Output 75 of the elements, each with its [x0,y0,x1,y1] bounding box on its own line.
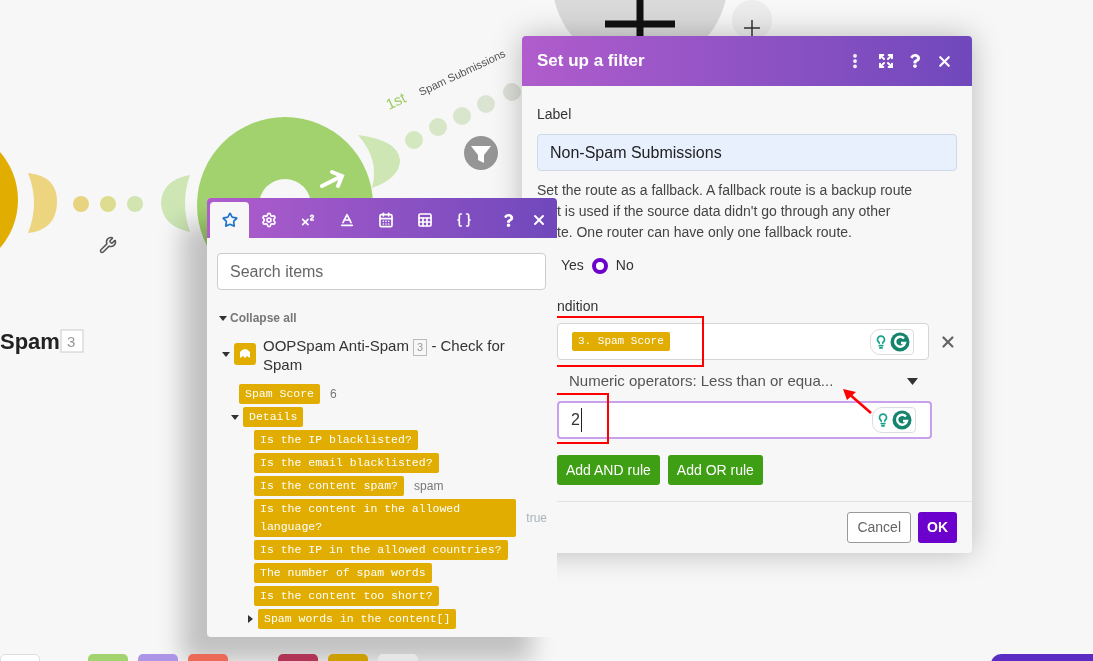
caret-icon[interactable] [231,413,239,421]
connector-dot [429,118,447,136]
module-badge [60,329,84,353]
data-item[interactable]: Details [243,407,304,427]
cancel-button[interactable]: Cancel [847,512,911,543]
data-item[interactable]: Is the content in the allowed language? [254,499,517,537]
help-icon[interactable] [502,213,515,227]
data-item[interactable]: Is the IP blacklisted? [254,430,418,450]
module-icon [234,343,256,365]
item-value: spam [414,478,444,495]
add-rule-button[interactable]: Add OR rule [667,455,763,485]
value-field[interactable]: 2 [557,401,932,439]
item-value: 6 [330,386,337,403]
radio-label[interactable]: Yes [561,255,584,276]
connector-dot [405,131,423,149]
connector-dot [100,196,116,212]
gear-icon [260,212,277,228]
data-item[interactable]: Spam Score [239,384,320,404]
letter-icon [338,212,355,228]
connector-crescent [28,173,57,233]
ok-button[interactable]: OK [918,512,957,543]
module-title: OOPSpam Anti-Spam 3 - Check for Spam [263,337,506,374]
connector-crescent [161,175,190,232]
assistant-icons[interactable] [870,328,915,355]
superscript-icon [299,212,316,228]
caret-icon[interactable] [222,350,230,358]
help-icon[interactable] [908,54,922,68]
data-item[interactable]: The number of spam words [254,563,432,583]
annotation-arrow [842,388,873,415]
connector-dot [453,107,471,125]
connector-dot [503,83,521,101]
data-item[interactable]: Is the IP in the allowed countries? [254,540,508,560]
operator-dropdown[interactable]: Numeric operators: Less than or equa... [557,368,932,394]
table-icon [416,212,433,228]
braces-icon [455,212,472,228]
data-item[interactable]: Is the email blacklisted? [254,453,439,473]
caret-icon[interactable] [219,314,227,322]
field-label: Label [537,105,573,124]
condition-field[interactable]: 3. Spam Score [557,323,930,360]
filter-button[interactable] [464,136,498,170]
expand-icon[interactable] [878,53,894,69]
fallback-description: t is used if the source data didn't go through any other [557,202,891,221]
connector-crescent [358,135,400,188]
caret-icon[interactable] [246,615,254,623]
add-rule-button[interactable]: Add AND rule [557,455,660,485]
wrench-icon[interactable] [99,236,117,254]
panel-tab[interactable] [210,202,249,238]
radio-label[interactable]: No [615,255,634,276]
dialog-title: Set up a filter [537,50,645,73]
module-badge-number: 3 [67,333,76,350]
assistant-icons[interactable] [872,407,916,433]
calendar-icon [377,212,394,228]
data-item[interactable]: Spam words in the content[] [258,609,457,629]
search-field[interactable]: Search items [217,253,546,290]
lightbulb-icon [876,413,890,427]
item-value: true [526,510,547,527]
grammar-icon [892,410,912,430]
route-order: 1st [383,88,409,113]
label-field[interactable]: Non-Spam Submissions [537,134,957,171]
radio-button[interactable] [591,257,608,274]
connector-dot [127,196,143,212]
close-icon[interactable] [531,212,547,228]
fallback-description: Set the route as a fallback. A fallback route is a backup route [537,181,913,200]
grammar-icon [890,331,911,352]
connector-dot [73,196,89,212]
fallback-description: te. One router can have only one fallback route. [557,223,852,242]
star-icon [221,212,238,228]
data-item[interactable]: Is the content spam? [254,476,405,496]
condition-label: ndition [557,297,599,316]
connector-dot [477,95,495,113]
mapped-item[interactable]: 3. Spam Score [572,332,670,351]
module-label: Spam [0,329,60,354]
data-item[interactable]: Is the content too short? [254,586,439,606]
collapse-all-link[interactable]: Collapse all [230,309,297,327]
dropdown-caret-icon [907,377,918,385]
